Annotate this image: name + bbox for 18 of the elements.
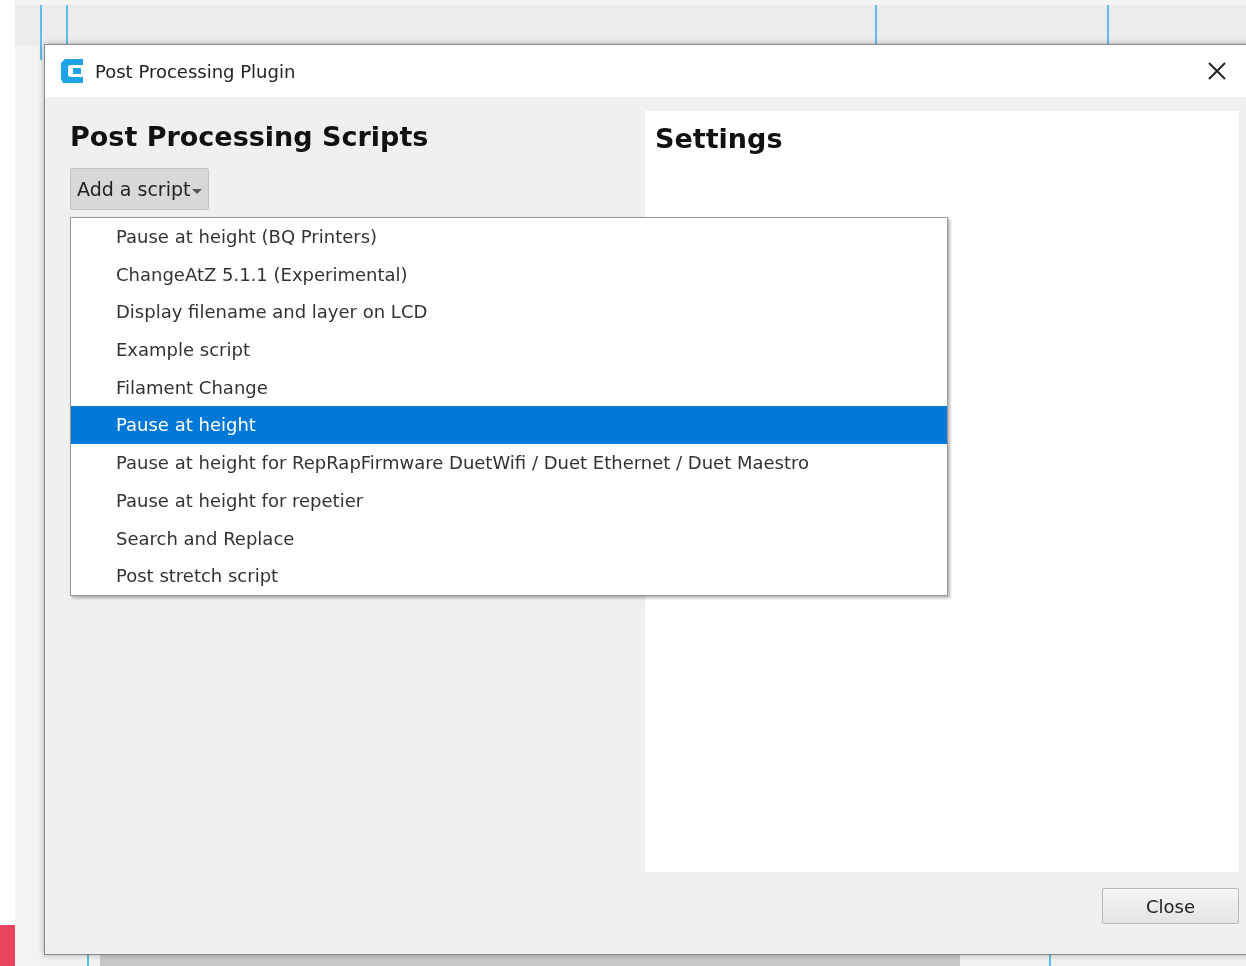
close-button[interactable]: Close [1102, 888, 1239, 924]
menu-item[interactable]: Pause at height (BQ Printers) [71, 218, 947, 256]
menu-item[interactable]: Search and Replace [71, 519, 947, 558]
menu-item[interactable]: Example script [71, 331, 947, 369]
panel-strip [0, 925, 15, 966]
window-title: Post Processing Plugin [95, 60, 297, 82]
caret-icon [192, 188, 203, 194]
add-script-dropdown[interactable]: Add a script [70, 168, 210, 210]
menu-item[interactable]: Pause at height for RepRapFirmware DuetWifi / Duet Ethernet / Duet Maestro [71, 444, 947, 482]
panel-heading: Settings [655, 123, 784, 154]
menu-item[interactable]: Pause at height for repetier [71, 481, 947, 520]
menu-item[interactable]: ChangeAtZ 5.1.1 (Experimental) [71, 255, 947, 294]
close-icon[interactable] [1207, 61, 1227, 81]
menu-item[interactable]: Post stretch script [71, 557, 947, 595]
menu-item[interactable]: Filament Change [71, 368, 947, 407]
panel-heading: Post Processing Scripts [70, 121, 430, 152]
menu-item[interactable]: Display filename and layer on LCD [71, 293, 947, 332]
menu-item[interactable]: Pause at height [71, 406, 947, 445]
